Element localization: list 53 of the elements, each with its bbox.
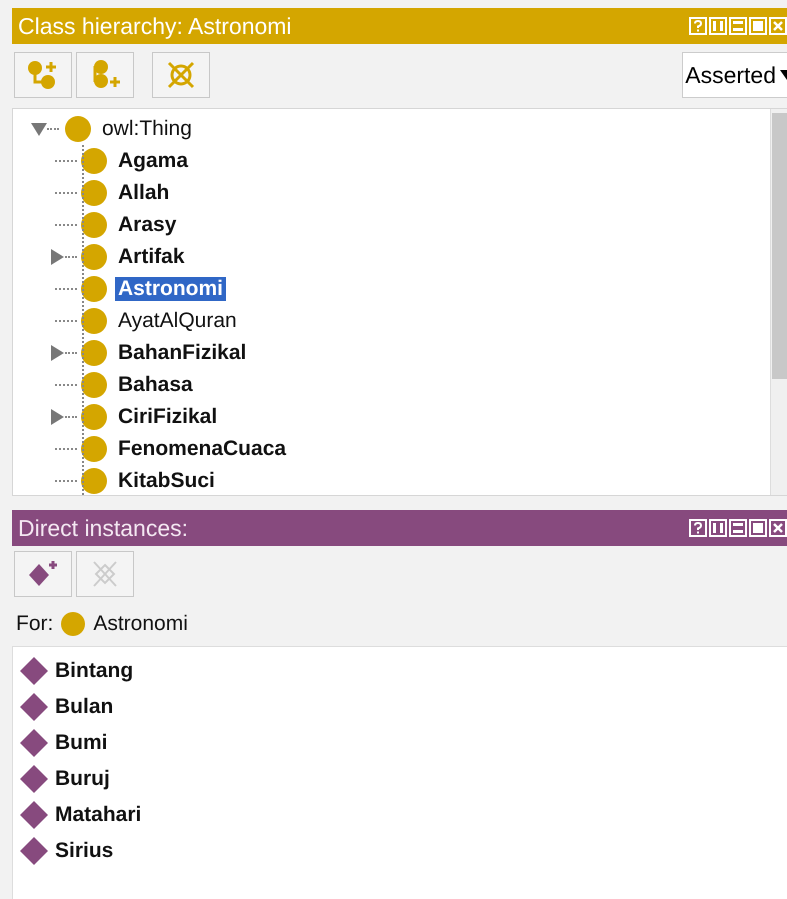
class-icon	[65, 116, 91, 142]
class-icon	[81, 276, 107, 302]
class-icon	[81, 148, 107, 174]
class-icon	[81, 180, 107, 206]
individual-icon	[19, 692, 49, 722]
tree-item[interactable]: Bahasa	[115, 373, 196, 397]
split-vertical-icon[interactable]	[709, 519, 727, 537]
tree-item[interactable]: owl:Thing	[99, 117, 195, 141]
class-icon	[81, 468, 107, 494]
instance-item[interactable]: Buruj	[55, 767, 110, 791]
individual-icon	[19, 836, 49, 866]
tree-item[interactable]: Astronomi	[115, 277, 226, 301]
class-icon	[81, 340, 107, 366]
class-icon	[81, 308, 107, 334]
for-label: For:	[16, 612, 54, 636]
individual-icon	[19, 764, 49, 794]
class-icon	[81, 436, 107, 462]
panel-title: Class hierarchy: Astronomi	[18, 12, 292, 40]
tree-item[interactable]: FenomenaCuaca	[115, 437, 290, 461]
view-dropdown[interactable]: Asserted	[682, 52, 787, 98]
tree-item[interactable]: AyatAlQuran	[115, 309, 240, 333]
split-horizontal-icon[interactable]	[729, 519, 747, 537]
individual-icon	[19, 656, 49, 686]
for-class-name: Astronomi	[93, 612, 188, 636]
individual-icon	[19, 800, 49, 830]
tree-item[interactable]: Allah	[115, 181, 172, 205]
instance-item[interactable]: Bintang	[55, 659, 134, 683]
class-icon	[81, 372, 107, 398]
class-icon	[81, 244, 107, 270]
instance-item[interactable]: Sirius	[55, 839, 114, 863]
add-individual-button[interactable]	[14, 551, 72, 597]
instance-item[interactable]: Matahari	[55, 803, 142, 827]
tree-item[interactable]: Agama	[115, 149, 192, 173]
tree-item[interactable]: Artifak	[115, 245, 188, 269]
scrollbar[interactable]	[770, 109, 787, 495]
expand-toggle-icon[interactable]	[31, 121, 47, 137]
tree-item[interactable]: KitabSuci	[115, 469, 218, 493]
instance-item[interactable]: Bulan	[55, 695, 114, 719]
close-icon[interactable]	[769, 519, 787, 537]
class-icon	[81, 212, 107, 238]
expand-toggle-icon[interactable]	[49, 409, 65, 425]
tree-item[interactable]: Arasy	[115, 213, 180, 237]
class-icon	[81, 404, 107, 430]
tree-item[interactable]: BahanFizikal	[115, 341, 250, 365]
help-icon[interactable]	[689, 519, 707, 537]
instance-item[interactable]: Bumi	[55, 731, 108, 755]
panel-title: Direct instances:	[18, 514, 188, 542]
maximize-icon[interactable]	[749, 519, 767, 537]
expand-toggle-icon[interactable]	[49, 249, 65, 265]
expand-toggle-icon[interactable]	[49, 345, 65, 361]
individual-icon	[19, 728, 49, 758]
class-icon	[61, 612, 86, 636]
tree-item[interactable]: CiriFizikal	[115, 405, 220, 429]
